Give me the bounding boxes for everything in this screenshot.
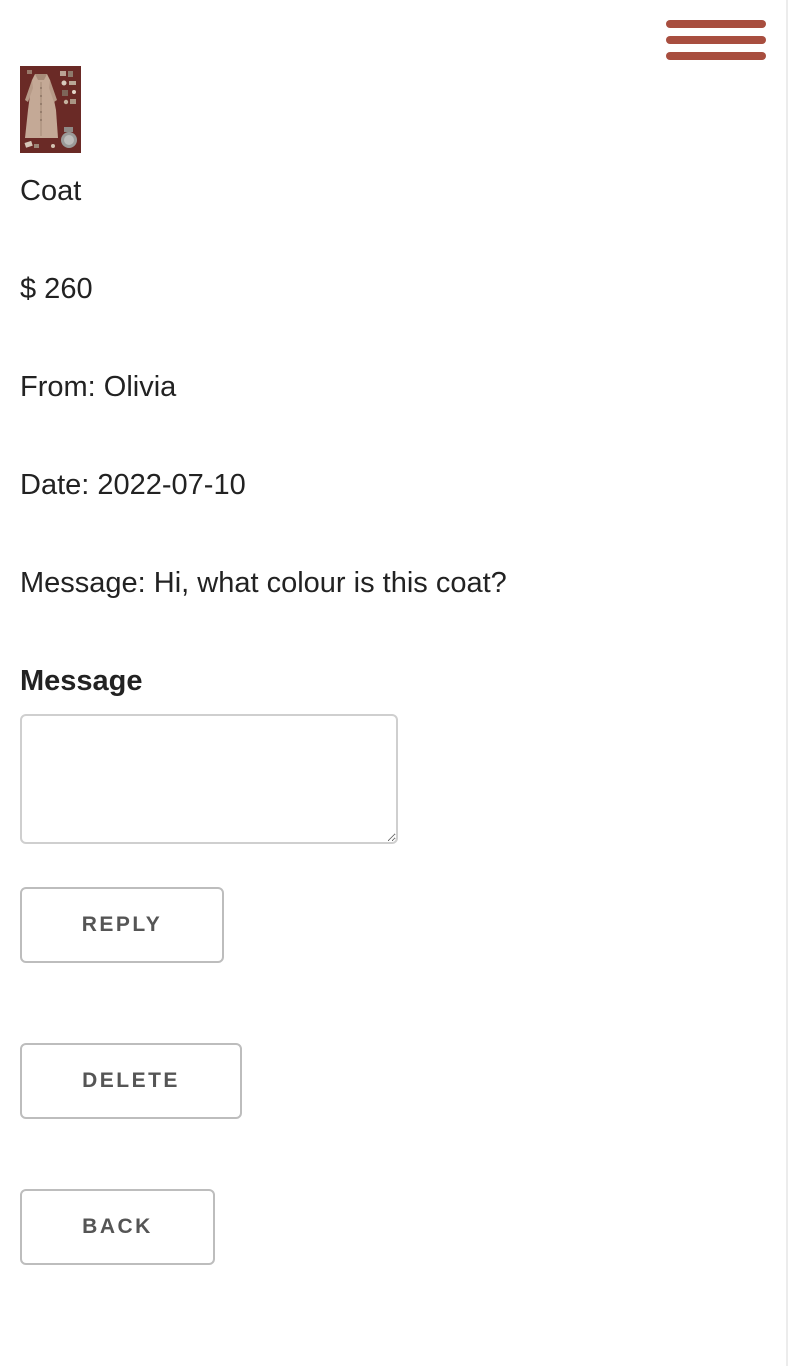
item-title: Coat	[20, 175, 82, 207]
sender-name: From: Olivia	[20, 371, 177, 403]
reply-message-input[interactable]	[20, 714, 398, 844]
menu-bar-top	[666, 20, 766, 28]
delete-button[interactable]: DELETE	[20, 1043, 242, 1119]
item-price: $ 260	[20, 273, 93, 305]
coat-product-image	[20, 66, 81, 153]
hamburger-menu-icon[interactable]	[666, 20, 766, 62]
menu-bar-middle	[666, 36, 766, 44]
back-button[interactable]: BACK	[20, 1189, 215, 1265]
message-date: Date: 2022-07-10	[20, 469, 246, 501]
reply-button[interactable]: REPLY	[20, 887, 224, 963]
message-text: Message: Hi, what colour is this coat?	[20, 567, 507, 599]
menu-bar-bottom	[666, 52, 766, 60]
message-field-label: Message	[20, 665, 143, 697]
